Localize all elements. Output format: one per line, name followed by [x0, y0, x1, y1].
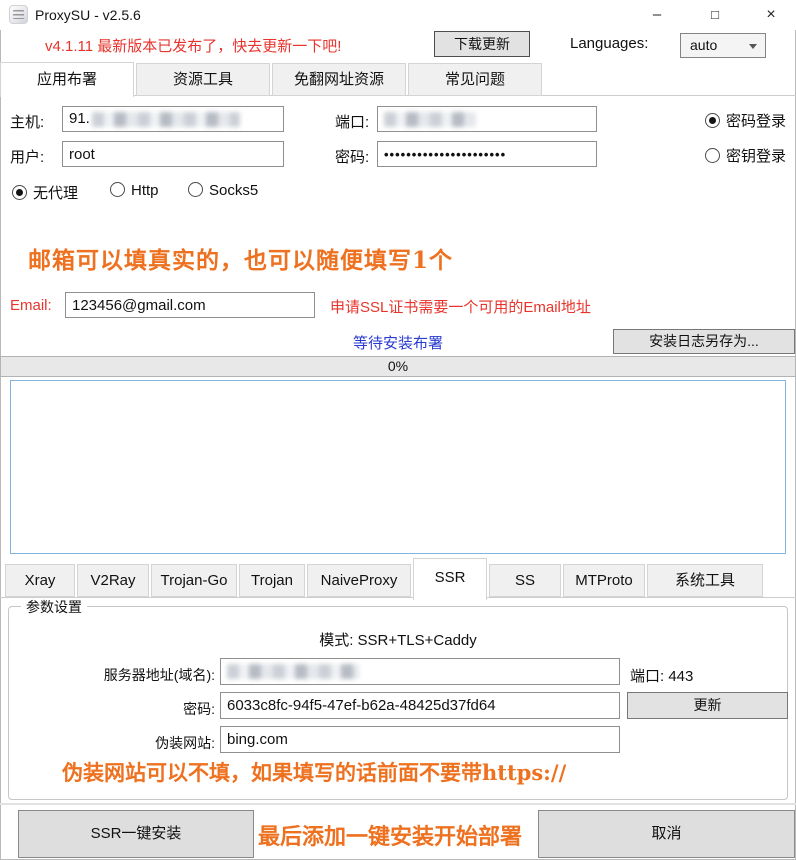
login-password-label: 密码登录: [726, 113, 786, 130]
user-input[interactable]: [62, 141, 284, 167]
mode-label: 模式:: [319, 632, 353, 649]
radio-icon: [705, 148, 720, 163]
app-icon: [9, 5, 28, 24]
window-title: ProxySU - v2.5.6: [35, 7, 141, 23]
proxy-none-radio[interactable]: 无代理: [12, 182, 78, 203]
password-input[interactable]: [377, 141, 597, 167]
login-key-label: 密钥登录: [726, 148, 786, 165]
tab-app-deploy[interactable]: 应用布署: [0, 62, 134, 97]
languages-label: Languages:: [570, 35, 648, 52]
proxy-none-label: 无代理: [33, 185, 78, 202]
tab-mtproto[interactable]: MTProto: [563, 564, 645, 597]
download-update-button[interactable]: 下载更新: [434, 31, 530, 57]
tab-ssr[interactable]: SSR: [413, 558, 487, 600]
proxy-socks5-radio[interactable]: Socks5: [188, 182, 258, 199]
footer-note: 最后添加一键安装开始部署: [258, 819, 522, 851]
tab-naiveproxy[interactable]: NaiveProxy: [307, 564, 411, 597]
email-input[interactable]: [65, 292, 315, 318]
proxy-http-label: Http: [131, 182, 159, 199]
host-input[interactable]: 91.: [62, 106, 284, 132]
params-group-title: 参数设置: [21, 597, 87, 617]
tab-system-tools[interactable]: 系统工具: [647, 564, 763, 597]
mode-line: 模式: SSR+TLS+Caddy: [0, 629, 796, 650]
chevron-down-icon: [749, 44, 757, 49]
redacted-domain-value: [227, 664, 359, 679]
proxy-socks5-label: Socks5: [209, 182, 258, 199]
params-password-label: 密码:: [75, 699, 215, 719]
params-port-label: 端口:: [630, 668, 664, 685]
language-select-value: auto: [690, 37, 717, 53]
tab-v2ray[interactable]: V2Ray: [77, 564, 149, 597]
update-notice-text: 最新版本已发布了，快去更新一下吧!: [93, 38, 341, 55]
title-bar: ProxySU - v2.5.6 – □ ×: [0, 0, 796, 30]
radio-icon: [110, 182, 125, 197]
tab-free-sites[interactable]: 免翻网址资源: [272, 63, 406, 96]
install-log-area[interactable]: [10, 380, 786, 554]
domain-label: 服务器地址(域名):: [75, 665, 215, 685]
language-select[interactable]: auto: [680, 33, 766, 58]
login-password-radio[interactable]: 密码登录: [705, 110, 786, 131]
redacted-host-value: [92, 112, 240, 127]
user-label: 用户:: [10, 146, 44, 167]
email-label: Email:: [10, 297, 52, 314]
save-log-button[interactable]: 安装日志另存为...: [613, 329, 795, 354]
radio-icon: [705, 113, 720, 128]
proxy-http-radio[interactable]: Http: [110, 182, 159, 199]
footer-divider: [0, 803, 796, 805]
domain-input[interactable]: [220, 658, 620, 685]
port-label: 端口:: [335, 111, 369, 132]
cancel-button[interactable]: 取消: [538, 810, 795, 858]
login-key-radio[interactable]: 密钥登录: [705, 145, 786, 166]
tab-trojan[interactable]: Trojan: [239, 564, 305, 597]
tab-faq[interactable]: 常见问题: [408, 63, 542, 96]
tab-ss[interactable]: SS: [489, 564, 561, 597]
port-input[interactable]: [377, 106, 597, 132]
mask-site-label: 伪装网站:: [75, 733, 215, 753]
redacted-port-value: [384, 112, 476, 127]
host-value: 91.: [69, 107, 90, 131]
mode-value: SSR+TLS+Caddy: [358, 632, 477, 649]
radio-icon: [12, 185, 27, 200]
email-note: 邮箱可以填真实的，也可以随便填写1个: [28, 241, 453, 275]
maximize-icon[interactable]: □: [692, 0, 738, 30]
mask-site-input[interactable]: [220, 726, 620, 753]
proxysu-window: ProxySU - v2.5.6 – □ × v4.1.11 最新版本已发布了，…: [0, 0, 796, 860]
mask-site-note: 伪装网站可以不填，如果填写的话前面不要带https://: [62, 757, 566, 787]
tab-resource-tools[interactable]: 资源工具: [136, 63, 270, 96]
update-notice-version: v4.1.11: [45, 38, 93, 55]
radio-icon: [188, 182, 203, 197]
update-button[interactable]: 更新: [627, 692, 788, 719]
params-port-value: 443: [668, 668, 693, 685]
update-notice: v4.1.11 最新版本已发布了，快去更新一下吧!: [45, 35, 341, 56]
close-icon[interactable]: ×: [748, 0, 794, 30]
tab-trojan-go[interactable]: Trojan-Go: [151, 564, 237, 597]
password-label: 密码:: [335, 146, 369, 167]
params-password-input[interactable]: [220, 692, 620, 719]
proxy-tabs-divider: [0, 597, 796, 598]
tab-xray[interactable]: Xray: [5, 564, 75, 597]
host-label: 主机:: [10, 111, 44, 132]
ssl-email-hint: 申请SSL证书需要一个可用的Email地址: [330, 296, 591, 317]
progress-bar: 0%: [0, 356, 796, 377]
minimize-icon[interactable]: –: [634, 0, 680, 30]
params-port-line: 端口: 443: [630, 665, 693, 686]
ssr-install-button[interactable]: SSR一键安装: [18, 810, 254, 858]
